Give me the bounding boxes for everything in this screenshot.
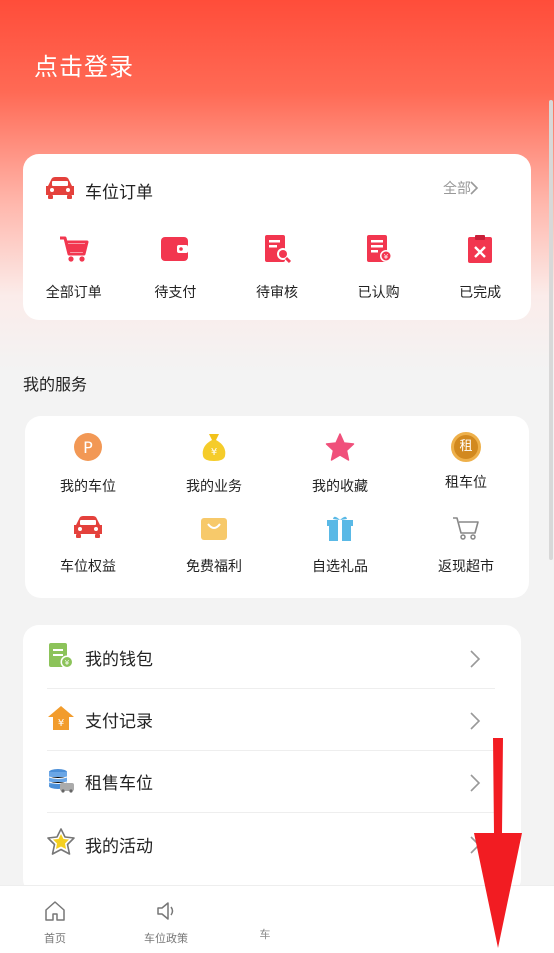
scroll-down-arrow [472,738,526,953]
service-my-parking[interactable]: P 我的车位 [25,432,151,496]
order-item-subscribed[interactable]: ¥ 已认购 [328,234,430,302]
order-item-pending-payment[interactable]: 待支付 [125,234,227,302]
services-card: P 我的车位 ¥ 我的业务 我的收藏 租 租车位 车位权益 免费福利 自选礼品 … [25,416,529,598]
completed-clipboard-icon [465,234,495,268]
order-item-all[interactable]: 全部订单 [23,234,125,302]
tab-label: 车位政策 [144,932,188,945]
service-label: 车位权益 [60,559,116,575]
car-icon [73,514,103,546]
tab-home[interactable]: 首页 [10,900,100,946]
star-badge-icon [47,828,75,860]
shopping-cart-outline-icon [451,514,481,546]
cart-icon [59,234,89,268]
menu-item-my-activities[interactable]: 我的活动 [47,813,495,875]
home-icon [44,900,66,926]
order-item-pending-review[interactable]: 待审核 [226,234,328,302]
shopping-bag-icon [199,514,229,546]
service-label: 我的业务 [186,479,242,495]
parking-p-icon: P [73,432,103,466]
wallet-doc-icon: ¥ [47,642,75,674]
service-rent-parking[interactable]: 租 租车位 [403,432,529,496]
menu-item-label: 我的活动 [85,836,153,857]
menu-item-label: 我的钱包 [85,650,153,670]
tab-parking-policy[interactable]: 车位政策 [121,900,211,946]
svg-text:¥: ¥ [383,253,388,261]
yuan-house-icon: ¥ [47,704,75,736]
service-cashback-mall[interactable]: 返现超市 [403,514,529,576]
menu-item-wallet[interactable]: ¥ 我的钱包 [47,627,495,689]
service-label: 返现超市 [438,559,494,575]
order-item-label: 全部订单 [45,285,102,301]
review-doc-icon [262,234,292,268]
service-gift-selection[interactable]: 自选礼品 [277,514,403,576]
gift-icon [325,514,355,546]
order-item-label: 待支付 [154,285,197,301]
service-my-business[interactable]: ¥ 我的业务 [151,432,277,496]
menu-card: ¥ 我的钱包 ¥ 支付记录 租售车位 我的活动 [23,625,521,895]
order-item-completed[interactable]: 已完成 [429,234,531,302]
order-status-list: 全部订单 待支付 待审核 ¥ 已认购 已完成 [23,234,531,302]
chevron-right-icon [469,711,481,735]
bottom-tab-bar: 首页 车位政策 车 [0,885,554,953]
service-label: 我的车位 [60,479,116,495]
star-icon [325,432,355,466]
service-label: 我的收藏 [312,479,368,495]
service-label: 免费福利 [186,559,242,575]
orders-all-link[interactable]: 全部 [443,178,471,198]
subscribed-doc-icon: ¥ [364,234,394,268]
chevron-right-icon [469,649,481,673]
menu-item-label: 支付记录 [85,712,153,732]
car-icon [45,176,75,204]
wallet-icon [160,234,190,268]
tab-label: 首页 [44,932,66,945]
service-my-favorites[interactable]: 我的收藏 [277,432,403,496]
scroll-indicator [549,100,553,560]
orders-header: 车位订单 [45,176,153,204]
orders-title: 车位订单 [85,182,153,203]
menu-item-rent-sell-parking[interactable]: 租售车位 [47,751,495,813]
svg-text:¥: ¥ [58,718,64,729]
chevron-right-icon[interactable] [469,180,479,199]
order-item-label: 已认购 [357,285,400,301]
service-free-benefits[interactable]: 免费福利 [151,514,277,576]
rent-badge-text: 租 [459,439,473,454]
speaker-icon [155,900,177,926]
services-title: 我的服务 [23,375,88,394]
coins-car-icon [47,766,75,798]
svg-text:¥: ¥ [65,659,70,667]
orders-card: 车位订单 全部 全部订单 待支付 待审核 ¥ 已认购 已完成 [23,154,531,320]
service-label: 自选礼品 [312,559,368,575]
money-bag-icon: ¥ [199,432,229,466]
services-grid: P 我的车位 ¥ 我的业务 我的收藏 租 租车位 车位权益 免费福利 自选礼品 … [25,432,529,576]
rent-badge-icon: 租 [451,432,481,462]
service-label: 租车位 [445,475,487,491]
svg-text:P: P [83,438,93,457]
login-link[interactable]: 点击登录 [34,47,134,82]
menu-item-payment-records[interactable]: ¥ 支付记录 [47,689,495,751]
order-item-label: 已完成 [459,285,502,301]
service-parking-rights[interactable]: 车位权益 [25,514,151,576]
menu-item-label: 租售车位 [85,774,153,794]
svg-text:¥: ¥ [211,447,217,458]
order-item-label: 待审核 [255,285,298,301]
